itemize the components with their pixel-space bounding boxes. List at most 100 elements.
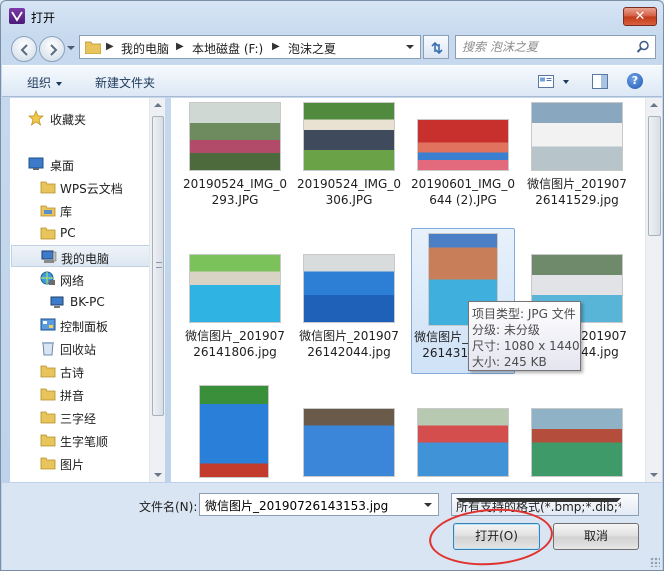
photo-thumbnail (531, 408, 623, 477)
nav-item-control-panel[interactable]: 控制面板 (10, 314, 150, 336)
filename-label: 文件名(N): (139, 500, 198, 514)
back-button[interactable] (11, 36, 37, 62)
scroll-up-icon[interactable] (154, 103, 162, 107)
help-icon[interactable]: ? (627, 73, 643, 89)
forward-button[interactable] (39, 36, 65, 62)
file-item[interactable] (193, 382, 297, 482)
nav-item-folder[interactable]: 三字经 (10, 406, 150, 428)
computer-icon (41, 250, 57, 263)
chevron-down-icon[interactable] (456, 498, 621, 502)
folder-icon (40, 181, 56, 194)
breadcrumb-my-computer[interactable]: 我的电脑 (121, 40, 169, 57)
scroll-up-icon[interactable] (650, 103, 658, 107)
breadcrumb-separator[interactable]: ▶ (176, 41, 184, 52)
folder-icon (40, 388, 56, 401)
title-bar[interactable]: 打开 ✕ (1, 1, 663, 31)
search-icon[interactable] (636, 40, 650, 54)
nav-label: WPS云文档 (60, 182, 123, 196)
breadcrumb-drive[interactable]: 本地磁盘 (F:) (192, 40, 263, 57)
address-dropdown-arrow[interactable] (406, 45, 414, 49)
search-box[interactable] (455, 35, 656, 59)
photo-thumbnail (189, 102, 281, 171)
nav-label: 库 (60, 205, 73, 219)
nav-item-folder[interactable]: 生字笔顺 (10, 429, 150, 451)
file-item[interactable] (297, 382, 401, 482)
address-bar[interactable]: ▶ 我的电脑 ▶ 本地磁盘 (F:) ▶ 泡沫之夏 (79, 35, 421, 59)
desktop-icon (28, 157, 44, 170)
file-item[interactable]: 微信图片_20190726141806.jpg (183, 228, 287, 374)
nav-item-library[interactable]: 库 (10, 199, 150, 221)
nav-label: 图片 (60, 458, 85, 472)
library-icon (40, 205, 56, 217)
file-item[interactable]: 微信图片_20190726142044.jpg (297, 228, 401, 374)
file-item[interactable]: 20190601_IMG_0644 (2).JPG (411, 100, 515, 246)
photo-thumbnail (417, 408, 509, 477)
file-name: 20190524_IMG_0293.JPG (183, 177, 287, 207)
refresh-button[interactable] (423, 35, 449, 59)
new-folder-button[interactable]: 新建文件夹 (95, 74, 155, 91)
grip-icon (156, 262, 162, 268)
open-dialog: 打开 ✕ ▶ 我的电脑 ▶ 本地磁盘 (F:) ▶ 泡沫之夏 组织 (0, 0, 664, 571)
file-name: 微信图片_20190726142044.jpg (299, 329, 399, 359)
nav-item-folder[interactable]: 古诗 (10, 360, 150, 382)
file-name: 微信图片_20190726141529.jpg (527, 177, 627, 207)
file-item[interactable]: 微信图片_20190726141529.jpg (525, 100, 629, 246)
network-icon (40, 271, 55, 285)
scroll-thumb[interactable] (648, 116, 661, 236)
nav-scrollbar[interactable] (149, 98, 165, 482)
search-input[interactable] (460, 39, 630, 55)
folder-icon (40, 227, 56, 240)
tooltip-type: 项目类型: JPG 文件 (472, 307, 576, 321)
nav-item-pc[interactable]: PC (10, 222, 150, 244)
nav-item-network[interactable]: 网络 (10, 268, 150, 290)
filename-combobox[interactable] (199, 493, 439, 516)
photo-thumbnail (199, 385, 269, 478)
file-scrollbar[interactable] (645, 98, 662, 482)
breadcrumb-folder[interactable]: 泡沫之夏 (288, 40, 336, 57)
breadcrumb-separator[interactable]: ▶ (106, 41, 114, 52)
file-list[interactable]: 20190524_IMG_0293.JPG 20190524_IMG_0306.… (171, 98, 645, 482)
chevron-down-icon (56, 81, 63, 86)
pc-icon (50, 296, 64, 308)
nav-item-bk-pc[interactable]: BK-PC (10, 291, 150, 313)
file-item[interactable] (411, 382, 515, 482)
nav-label: 三字经 (60, 412, 97, 426)
nav-item-favorites[interactable]: 收藏夹 (10, 107, 150, 129)
nav-item-my-computer[interactable]: 我的电脑 (11, 245, 151, 267)
photo-thumbnail (189, 254, 281, 323)
nav-item-folder[interactable]: 拼音 (10, 383, 150, 405)
resize-grip-icon[interactable] (650, 557, 660, 567)
file-item[interactable]: 20190524_IMG_0293.JPG (183, 100, 287, 246)
navigation-pane[interactable]: 收藏夹 桌面 WPS云文档 库 PC 我的电脑 网络 BK-PC 控制面板 回收… (10, 98, 164, 482)
cancel-button[interactable]: 取消 (553, 523, 639, 550)
control-panel-icon (40, 318, 56, 331)
scroll-down-icon[interactable] (154, 473, 162, 477)
view-dropdown-arrow[interactable] (563, 80, 569, 84)
nav-item-wps-cloud[interactable]: WPS云文档 (10, 176, 150, 198)
nav-label: 控制面板 (60, 320, 109, 334)
breadcrumb-separator[interactable]: ▶ (272, 41, 280, 52)
recent-pages-dropdown[interactable] (67, 46, 75, 50)
window-title: 打开 (31, 11, 56, 25)
organize-menu[interactable]: 组织 (27, 74, 63, 91)
nav-label: 回收站 (60, 343, 97, 357)
arrow-left-icon (20, 44, 28, 56)
scroll-down-icon[interactable] (650, 473, 658, 477)
photo-thumbnail (303, 102, 395, 171)
folder-icon (40, 457, 56, 470)
chevron-down-icon[interactable] (424, 503, 432, 507)
change-view-icon[interactable] (538, 75, 554, 88)
file-item[interactable]: 20190524_IMG_0306.JPG (297, 100, 401, 246)
preview-pane-icon[interactable] (592, 74, 608, 89)
nav-item-recycle-bin[interactable]: 回收站 (10, 337, 150, 359)
filename-input[interactable] (203, 497, 413, 513)
nav-item-folder[interactable]: 图片 (10, 452, 150, 474)
file-item[interactable] (525, 382, 629, 482)
close-button[interactable]: ✕ (623, 7, 657, 26)
nav-label: 收藏夹 (50, 113, 87, 127)
tooltip-rating: 分级: 未分级 (472, 323, 540, 337)
nav-label: 生字笔顺 (60, 435, 109, 449)
scroll-thumb[interactable] (152, 116, 164, 416)
folder-icon (85, 41, 101, 54)
nav-item-desktop[interactable]: 桌面 (10, 153, 150, 175)
